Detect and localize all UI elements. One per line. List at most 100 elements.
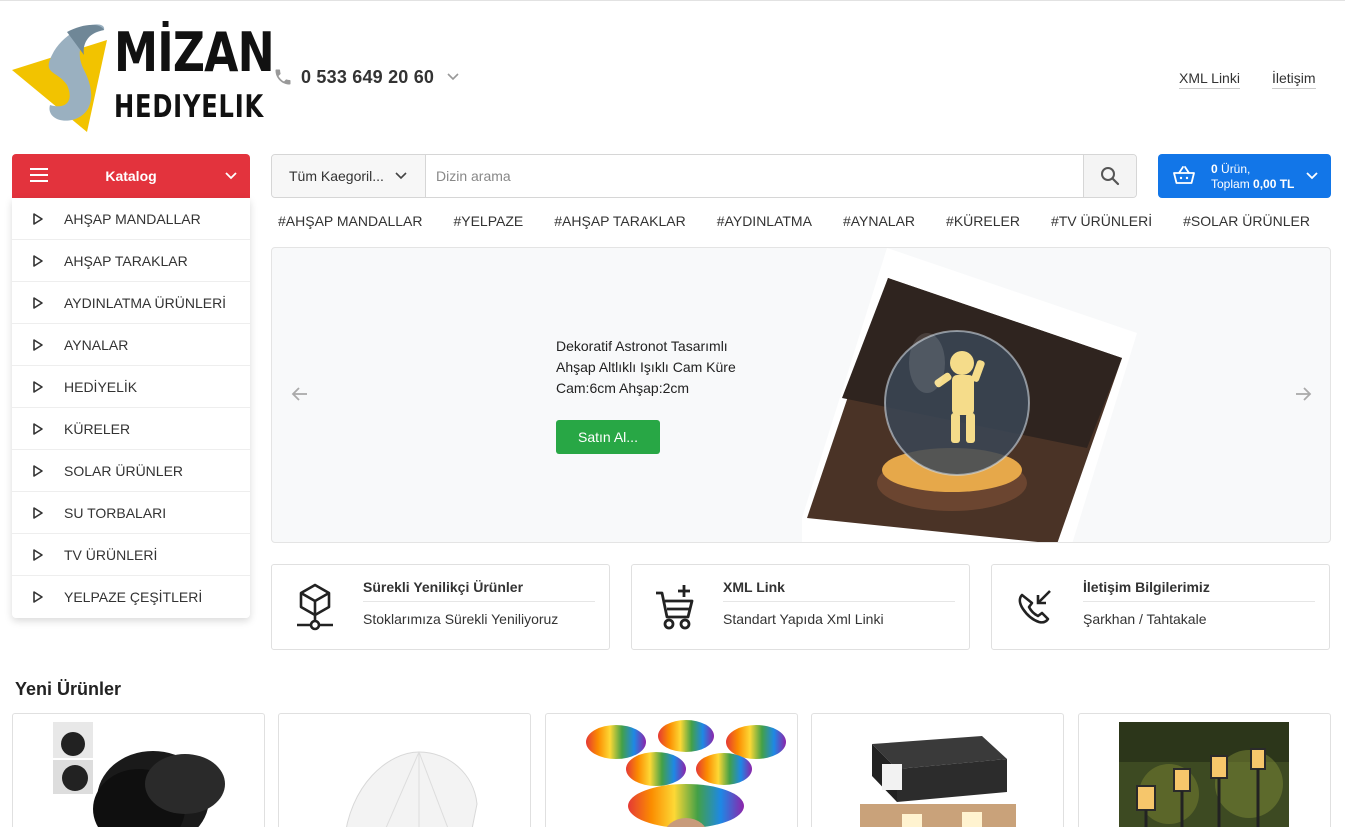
search-icon xyxy=(1101,167,1120,186)
logo-text-hediyelik: HEDIYELIK xyxy=(114,89,265,125)
feature-box[interactable]: İletişim Bilgilerimiz Şarkhan / Tahtakal… xyxy=(991,564,1330,650)
category-label: SOLAR ÜRÜNLER xyxy=(64,462,184,479)
feature-box[interactable]: Sürekli Yenilikçi Ürünler Stoklarımıza S… xyxy=(271,564,610,650)
product-card[interactable] xyxy=(1078,713,1331,827)
product-image xyxy=(346,751,478,827)
play-arrow-icon xyxy=(33,464,43,477)
feature-desc: Şarkhan / Tahtakale xyxy=(1083,611,1207,627)
product-image xyxy=(860,736,1016,827)
phone-icon xyxy=(275,69,291,85)
tag-link[interactable]: #AHŞAP MANDALLAR xyxy=(278,213,422,229)
category-label: TV ÜRÜNLERİ xyxy=(64,546,158,563)
tag-nav: #AHŞAP MANDALLAR #YELPAZE #AHŞAP TARAKLA… xyxy=(278,213,1341,229)
cart-count-suffix: Ürün, xyxy=(1217,162,1251,176)
tag-link[interactable]: #TV ÜRÜNLERİ xyxy=(1051,213,1152,229)
tag-link[interactable]: #AYDINLATMA xyxy=(717,213,812,229)
catalog-button[interactable]: Katalog xyxy=(12,154,250,198)
category-label: HEDİYELİK xyxy=(64,378,138,395)
play-arrow-icon xyxy=(33,380,43,393)
cart-total: 0,00 TL xyxy=(1253,177,1295,191)
category-item[interactable]: YELPAZE ÇEŞİTLERİ xyxy=(12,576,250,618)
play-arrow-icon xyxy=(33,422,43,435)
chevron-down-icon xyxy=(395,172,407,180)
search-category-select[interactable]: Tüm Kaegoril... xyxy=(272,155,426,197)
category-item[interactable]: SU TORBALARI xyxy=(12,492,250,534)
category-label: AHŞAP TARAKLAR xyxy=(64,252,188,269)
cart-total-label: Toplam xyxy=(1211,177,1254,191)
category-item[interactable]: HEDİYELİK xyxy=(12,366,250,408)
phone-number: 0 533 649 20 60 xyxy=(301,66,435,87)
catalog-label: Katalog xyxy=(105,168,157,184)
slide-line: Ahşap Altlıklı Işıklı Cam Küre xyxy=(556,359,736,375)
feature-box[interactable]: XML Link Standart Yapıda Xml Linki xyxy=(631,564,970,650)
play-arrow-icon xyxy=(33,212,43,225)
search-bar: Tüm Kaegoril... xyxy=(271,154,1137,198)
feature-desc: Standart Yapıda Xml Linki xyxy=(723,611,884,627)
category-item[interactable]: AHŞAP MANDALLAR xyxy=(12,198,250,240)
product-card[interactable] xyxy=(811,713,1064,827)
play-arrow-icon xyxy=(33,506,43,519)
product-card[interactable] xyxy=(278,713,531,827)
play-arrow-icon xyxy=(33,548,43,561)
category-label: SU TORBALARI xyxy=(64,504,167,521)
basket-icon xyxy=(1173,166,1195,184)
category-list: AHŞAP MANDALLAR AHŞAP TARAKLAR AYDINLATM… xyxy=(12,198,250,618)
top-border xyxy=(0,0,1345,1)
chevron-down-icon xyxy=(447,73,459,81)
tag-link[interactable]: #SOLAR ÜRÜNLER xyxy=(1183,213,1310,229)
chevron-down-icon xyxy=(225,172,237,180)
xml-link[interactable]: XML Linki xyxy=(1179,70,1240,89)
product-card[interactable] xyxy=(12,713,265,827)
chevron-down-icon xyxy=(1306,172,1318,180)
logo-mark-icon xyxy=(12,24,107,132)
category-item[interactable]: TV ÜRÜNLERİ xyxy=(12,534,250,576)
buy-button[interactable]: Satın Al... xyxy=(556,420,660,454)
cube-network-icon xyxy=(297,583,333,631)
tag-link[interactable]: #AYNALAR xyxy=(843,213,915,229)
cart-button[interactable]: 0 Ürün, Toplam 0,00 TL xyxy=(1158,154,1331,198)
play-arrow-icon xyxy=(33,338,43,351)
phone-incoming-icon xyxy=(1018,590,1051,624)
slide-product-image xyxy=(802,248,1137,542)
contact-link[interactable]: İletişim xyxy=(1272,70,1316,89)
search-input[interactable] xyxy=(426,155,1083,197)
category-item[interactable]: KÜRELER xyxy=(12,408,250,450)
tag-link[interactable]: #AHŞAP TARAKLAR xyxy=(554,213,686,229)
play-arrow-icon xyxy=(33,296,43,309)
hero-slider: Dekoratif Astronot Tasarımlı Ahşap Altlı… xyxy=(271,247,1331,543)
product-card[interactable] xyxy=(545,713,798,827)
feature-title: Sürekli Yenilikçi Ürünler xyxy=(363,579,595,602)
product-image xyxy=(53,722,225,827)
tag-link[interactable]: #YELPAZE xyxy=(453,213,523,229)
category-label: KÜRELER xyxy=(64,420,131,437)
category-item[interactable]: AYDINLATMA ÜRÜNLERİ xyxy=(12,282,250,324)
arrow-left-icon[interactable] xyxy=(290,384,310,404)
category-item[interactable]: AYNALAR xyxy=(12,324,250,366)
arrow-right-icon[interactable] xyxy=(1293,384,1313,404)
slide-line: Cam:6cm Ahşap:2cm xyxy=(556,380,690,396)
product-image xyxy=(586,720,786,827)
logo-text-mizan: MİZAN xyxy=(114,21,275,84)
slide-caption: Dekoratif Astronot Tasarımlı Ahşap Altlı… xyxy=(556,336,756,399)
search-button[interactable] xyxy=(1083,155,1136,197)
play-arrow-icon xyxy=(33,591,43,603)
category-label: AYNALAR xyxy=(64,336,129,353)
category-label: YELPAZE ÇEŞİTLERİ xyxy=(64,589,203,605)
feature-desc: Stoklarımıza Sürekli Yeniliyoruz xyxy=(363,611,559,627)
category-label: AHŞAP MANDALLAR xyxy=(64,210,201,227)
tag-link[interactable]: #KÜRELER xyxy=(946,213,1020,229)
product-image xyxy=(1119,722,1289,827)
category-item[interactable]: AHŞAP TARAKLAR xyxy=(12,240,250,282)
section-title-new-products: Yeni Ürünler xyxy=(15,679,122,699)
feature-title: İletişim Bilgilerimiz xyxy=(1083,579,1315,602)
cart-summary: 0 Ürün, Toplam 0,00 TL xyxy=(1211,162,1294,192)
phone-dropdown[interactable]: 0 533 649 20 60 xyxy=(273,63,460,91)
category-label: AYDINLATMA ÜRÜNLERİ xyxy=(64,294,227,311)
search-category-value: Tüm Kaegoril... xyxy=(289,168,384,184)
cart-count: 0 xyxy=(1211,162,1218,176)
slide-line: Dekoratif Astronot Tasarımlı xyxy=(556,338,728,354)
site-logo[interactable]: MİZAN HEDIYELIK xyxy=(12,20,275,135)
category-item[interactable]: SOLAR ÜRÜNLER xyxy=(12,450,250,492)
feature-title: XML Link xyxy=(723,579,955,602)
cart-plus-icon xyxy=(656,585,694,630)
